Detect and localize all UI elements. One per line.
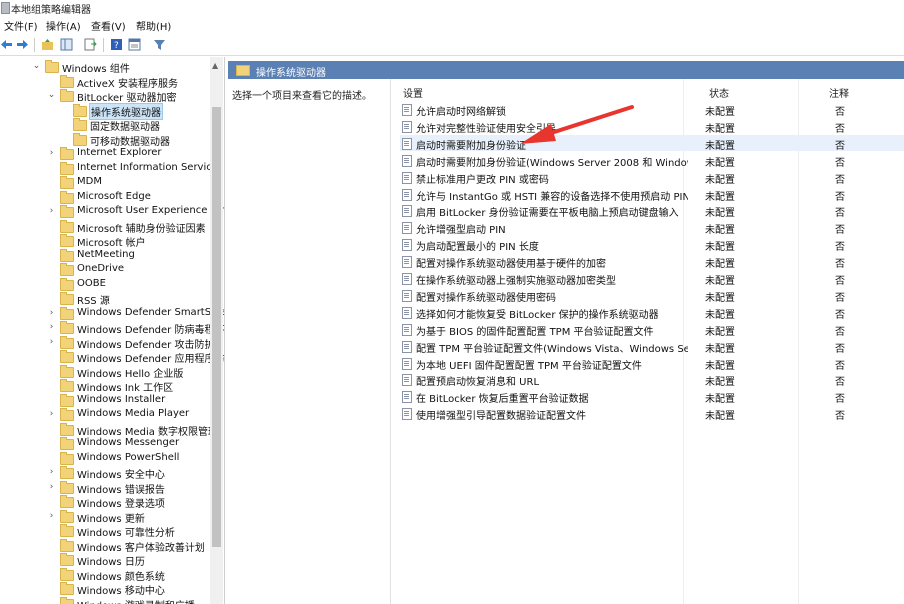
- annotation-arrow-head: [520, 124, 556, 144]
- annotation-arrow: [520, 105, 634, 144]
- annotation-arrow-shaft: [546, 105, 634, 136]
